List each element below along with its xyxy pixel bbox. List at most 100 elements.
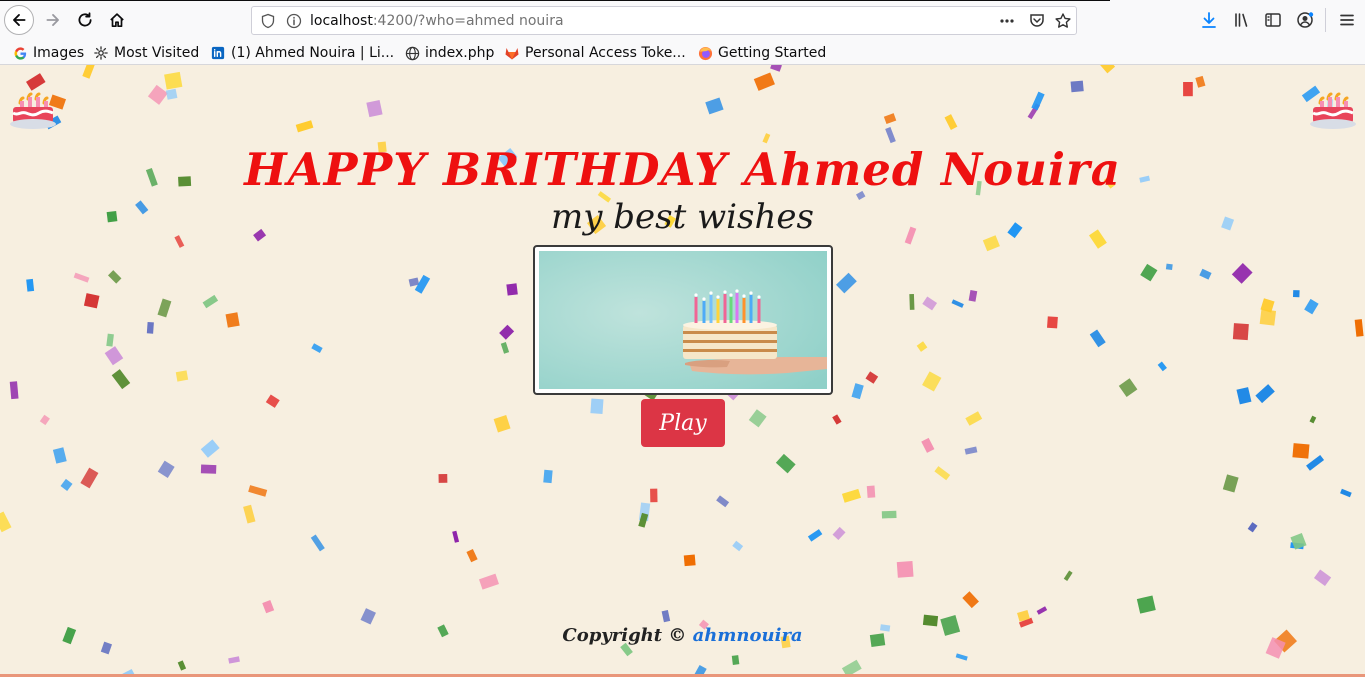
url-text[interactable]: localhost:4200/?who=ahmed nouira — [310, 13, 564, 29]
confetti-piece — [865, 371, 879, 384]
play-button[interactable]: Play — [641, 399, 725, 447]
bookmark-most-visited[interactable]: Most Visited — [93, 43, 199, 63]
gitlab-icon — [504, 45, 520, 61]
bookmark-index-php[interactable]: index.php — [404, 43, 494, 63]
bookmark-star-icon[interactable] — [1054, 12, 1072, 30]
confetti-piece — [1199, 268, 1212, 280]
browser-toolbar: localhost:4200/?who=ahmed nouira — [0, 0, 1365, 41]
confetti-piece — [1140, 263, 1158, 282]
confetti-piece — [157, 460, 175, 478]
confetti-piece — [955, 653, 968, 661]
back-button[interactable] — [4, 5, 34, 35]
reload-button[interactable] — [70, 5, 100, 35]
confetti-piece — [200, 464, 217, 474]
birthday-cake-icon — [10, 92, 56, 129]
account-button[interactable] — [1296, 11, 1314, 29]
confetti-piece — [1292, 290, 1300, 298]
confetti-piece — [748, 409, 767, 428]
confetti-piece — [951, 299, 964, 308]
bookmark-getting-started[interactable]: Getting Started — [697, 43, 826, 63]
toolbar-separator — [1325, 8, 1326, 32]
confetti-piece — [650, 488, 658, 503]
confetti-piece — [922, 371, 942, 392]
confetti-piece — [661, 610, 671, 623]
bookmark-label: Images — [33, 45, 85, 61]
confetti-piece — [716, 495, 730, 508]
confetti-piece — [921, 437, 935, 453]
confetti-piece — [1118, 378, 1138, 397]
confetti-piece — [175, 370, 189, 382]
confetti-piece — [1292, 443, 1310, 459]
confetti-piece — [1183, 82, 1193, 97]
confetti-piece — [9, 381, 19, 400]
confetti-piece — [0, 511, 12, 533]
bookmark-gitlab[interactable]: Personal Access Toke... — [504, 43, 686, 63]
confetti-piece — [770, 65, 782, 72]
bookmark-label: Getting Started — [718, 45, 827, 61]
gear-icon — [93, 45, 109, 61]
forward-button[interactable] — [38, 5, 68, 35]
confetti-piece — [1089, 329, 1106, 348]
confetti-piece — [1136, 595, 1156, 614]
confetti-piece — [1236, 387, 1252, 405]
confetti-piece — [1165, 263, 1173, 271]
confetti-piece — [832, 414, 842, 425]
address-bar[interactable]: localhost:4200/?who=ahmed nouira — [251, 6, 1077, 35]
confetti-piece — [896, 560, 914, 578]
confetti-piece — [964, 446, 978, 455]
bookmark-linkedin[interactable]: (1) Ahmed Nouira | Li... — [210, 43, 394, 63]
confetti-piece — [881, 510, 897, 519]
info-icon[interactable] — [286, 13, 302, 29]
confetti-piece — [832, 526, 846, 541]
url-path: :4200/?who=ahmed nouira — [372, 13, 564, 29]
confetti-piece — [177, 660, 187, 671]
bookmark-images[interactable]: Images — [12, 43, 84, 63]
confetti-piece — [1195, 75, 1206, 88]
author-link[interactable]: ahmnouira — [693, 625, 803, 646]
confetti-piece — [762, 133, 771, 144]
confetti-piece — [493, 415, 511, 433]
confetti-piece — [866, 485, 876, 498]
footer: Copyright © ahmnouira — [0, 625, 1365, 646]
more-actions-icon[interactable] — [998, 12, 1016, 30]
confetti-piece — [360, 608, 376, 625]
confetti-piece — [478, 573, 499, 590]
confetti-piece — [922, 296, 938, 311]
confetti-piece — [1309, 415, 1317, 424]
confetti-piece — [262, 600, 275, 614]
confetti-piece — [962, 591, 979, 609]
hamburger-menu-icon — [1340, 14, 1354, 26]
confetti-piece — [106, 333, 114, 347]
library-button[interactable] — [1233, 11, 1251, 29]
sidebar-button[interactable] — [1264, 11, 1282, 29]
confetti-piece — [1157, 361, 1167, 372]
globe-icon — [404, 45, 420, 61]
confetti-piece — [1231, 262, 1253, 284]
confetti-piece — [147, 84, 168, 105]
home-button[interactable] — [102, 5, 132, 35]
cake-photo-image — [539, 251, 827, 389]
pocket-icon[interactable] — [1028, 12, 1046, 30]
confetti-piece — [60, 478, 73, 491]
bookmark-label: (1) Ahmed Nouira | Li... — [231, 45, 395, 61]
reload-icon — [78, 12, 92, 27]
shield-icon[interactable] — [260, 13, 276, 29]
confetti-piece — [683, 554, 696, 567]
confetti-piece — [310, 534, 325, 552]
confetti-piece — [916, 341, 928, 352]
firefox-icon — [697, 45, 713, 61]
toolbar-top-line — [0, 0, 1110, 1]
downloads-button[interactable] — [1200, 11, 1218, 29]
download-icon — [1202, 12, 1216, 28]
confetti-piece — [1099, 65, 1116, 74]
confetti-piece — [807, 529, 823, 542]
confetti-piece — [80, 467, 99, 489]
confetti-piece — [248, 485, 268, 497]
confetti-piece — [1232, 323, 1249, 341]
confetti-piece — [438, 474, 448, 483]
birthday-photo — [533, 245, 833, 395]
confetti-piece — [1340, 488, 1352, 498]
confetti-piece — [732, 540, 744, 552]
menu-button[interactable] — [1338, 11, 1356, 29]
confetti-piece — [500, 342, 510, 354]
